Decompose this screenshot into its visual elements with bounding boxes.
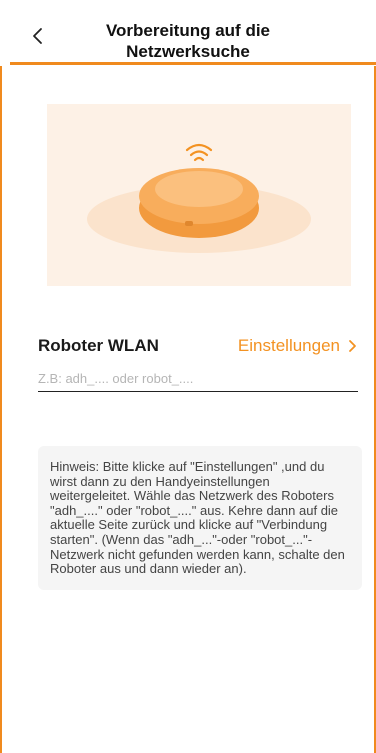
frame-border-left [0, 0, 2, 753]
chevron-right-icon [349, 340, 356, 352]
back-button[interactable] [28, 26, 48, 46]
settings-link-label: Einstellungen [237, 336, 340, 355]
robot-wifi-label: Roboter WLAN [38, 336, 159, 355]
settings-link[interactable]: Einstellungen [238, 336, 358, 356]
chevron-left-icon [33, 28, 42, 44]
page-title-line2: Netzwerksuche [126, 42, 250, 61]
robot-wifi-row: Roboter WLAN Einstellungen [38, 336, 358, 362]
header-divider [10, 62, 376, 65]
robot-bumper-mark [185, 221, 193, 226]
page-title-line1: Vorbereitung auf die [105, 21, 271, 40]
robot-top [155, 171, 243, 207]
wifi-icon [185, 143, 213, 162]
page-title: Vorbereitung auf die Netzwerksuche [70, 20, 306, 62]
robot-illustration [47, 104, 351, 286]
hint-box: Hinweis: Bitte klicke auf "Einstellungen… [38, 446, 362, 590]
hint-text: Hinweis: Bitte klicke auf "Einstellungen… [50, 459, 345, 577]
ssid-input[interactable] [38, 366, 358, 392]
header: Vorbereitung auf die Netzwerksuche [0, 0, 376, 66]
